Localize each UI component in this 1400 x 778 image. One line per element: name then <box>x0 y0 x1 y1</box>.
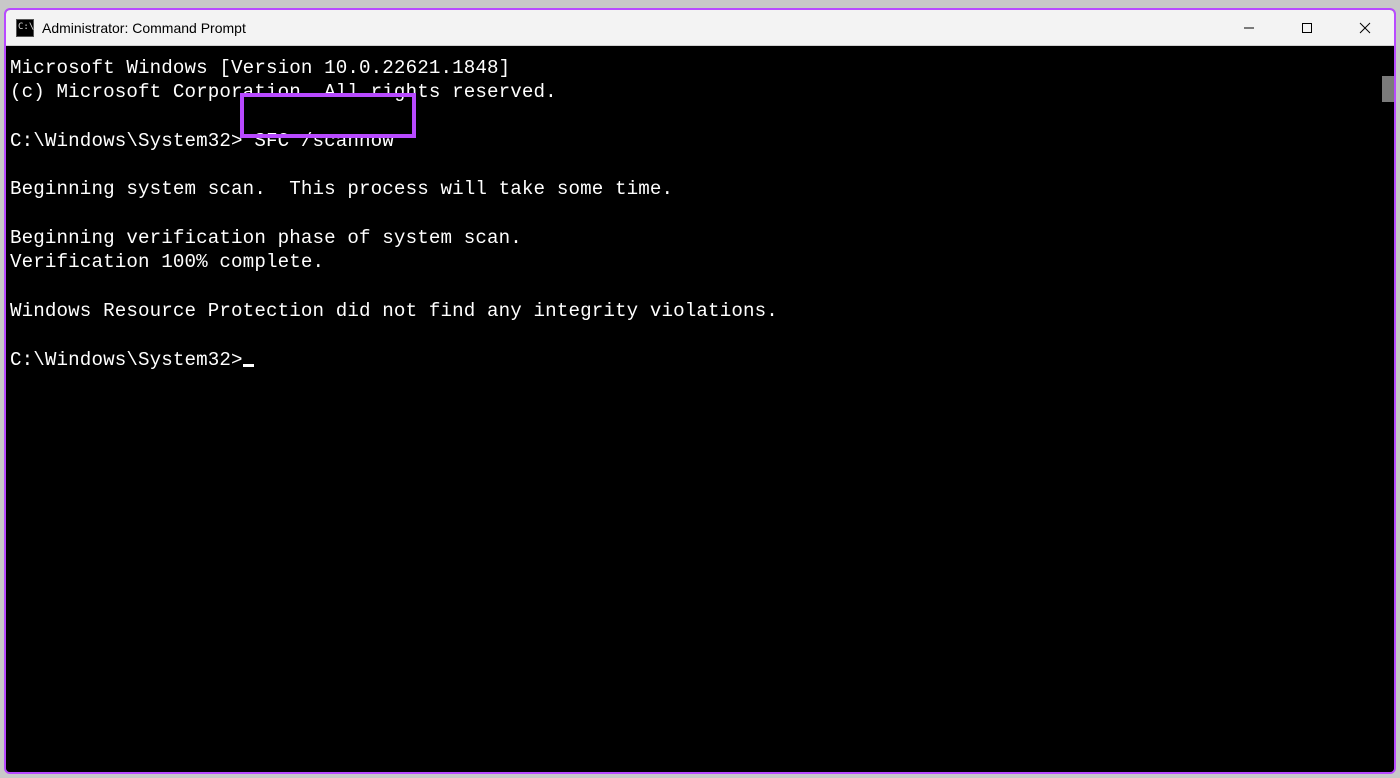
output-line: Verification 100% complete. <box>10 251 324 273</box>
titlebar[interactable]: Administrator: Command Prompt <box>6 10 1394 46</box>
output-line: Beginning system scan. This process will… <box>10 178 673 200</box>
cmd-icon <box>16 19 34 37</box>
copyright-text: (c) Microsoft Corporation. All rights re… <box>10 81 557 103</box>
command-prompt-window: Administrator: Command Prompt Microsoft … <box>4 8 1396 774</box>
terminal-body[interactable]: Microsoft Windows [Version 10.0.22621.18… <box>6 46 1382 772</box>
scroll-thumb[interactable] <box>1382 76 1394 102</box>
version-text: Microsoft Windows [Version 10.0.22621.18… <box>10 57 510 79</box>
output-line: Beginning verification phase of system s… <box>10 227 522 249</box>
minimize-button[interactable] <box>1220 10 1278 45</box>
vertical-scrollbar[interactable] <box>1382 46 1394 772</box>
sfc-command: SFC /scannow <box>243 130 394 152</box>
prompt-path: C:\Windows\System32> <box>10 349 243 371</box>
maximize-button[interactable] <box>1278 10 1336 45</box>
maximize-icon <box>1301 22 1313 34</box>
close-icon <box>1359 22 1371 34</box>
window-controls <box>1220 10 1394 45</box>
close-button[interactable] <box>1336 10 1394 45</box>
minimize-icon <box>1243 22 1255 34</box>
output-line: Windows Resource Protection did not find… <box>10 300 778 322</box>
window-title: Administrator: Command Prompt <box>42 20 246 36</box>
text-cursor <box>243 364 254 367</box>
prompt-path: C:\Windows\System32> <box>10 130 243 152</box>
